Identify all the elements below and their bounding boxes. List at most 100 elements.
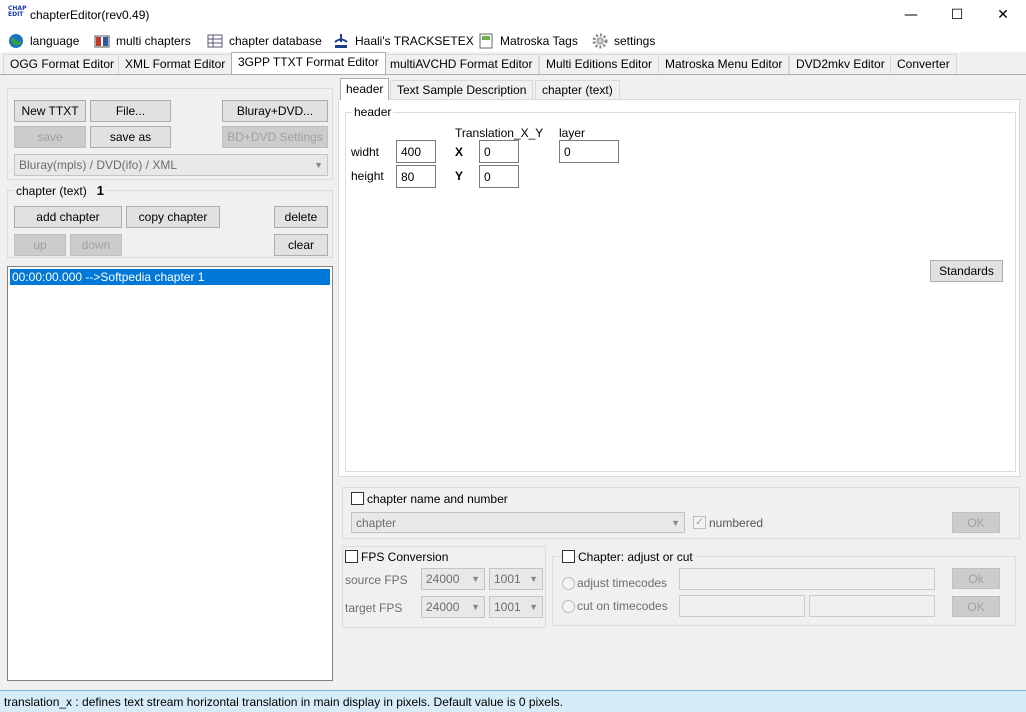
clear-button[interactable]: clear	[274, 234, 328, 256]
list-item[interactable]: 00:00:00.000 -->Softpedia chapter 1	[10, 269, 330, 285]
file-button[interactable]: File...	[90, 100, 171, 122]
header-group: header	[345, 105, 1016, 472]
cut-end-input[interactable]	[809, 595, 935, 617]
save-as-button[interactable]: save as	[90, 126, 171, 148]
close-button[interactable]: ✕	[980, 0, 1026, 30]
source-fps-label: source FPS	[345, 573, 408, 587]
x-label: X	[455, 145, 464, 159]
chapter-name-select[interactable]: chapter ▼	[351, 512, 685, 533]
up-button[interactable]: up	[14, 234, 66, 256]
chapter-count: 1	[96, 183, 104, 198]
menu-language[interactable]: language	[8, 32, 79, 50]
chapter-text-group-label: chapter (text) 1	[14, 183, 106, 198]
globe-icon	[8, 33, 24, 49]
adjust-timecodes-label: adjust timecodes	[577, 576, 668, 590]
width-label: widht	[351, 145, 380, 159]
tab-3gpp-ttxt-format-editor[interactable]: 3GPP TTXT Format Editor	[231, 52, 386, 74]
width-input[interactable]: 400	[396, 140, 436, 163]
translation-label: Translation_X_Y	[455, 126, 544, 140]
tab-converter[interactable]: Converter	[890, 54, 957, 74]
main-tabs: OGG Format Editor XML Format Editor 3GPP…	[0, 52, 1026, 74]
menu-tracksetex-label: Haali's TRACKSETEX	[355, 34, 474, 48]
source-fps-divisor-value: 1001	[494, 572, 521, 586]
save-button[interactable]: save	[14, 126, 86, 148]
bd-dvd-settings-button[interactable]: BD+DVD Settings	[222, 126, 328, 148]
tab-xml-format-editor[interactable]: XML Format Editor	[118, 54, 233, 74]
tab-dvd2mkv-editor[interactable]: DVD2mkv Editor	[789, 54, 892, 74]
adjust-cut-label: Chapter: adjust or cut	[578, 550, 695, 564]
cut-timecodes-radio[interactable]	[562, 600, 575, 613]
gear-icon	[592, 33, 608, 49]
tab-matroska-menu-editor[interactable]: Matroska Menu Editor	[658, 54, 790, 74]
down-button[interactable]: down	[70, 234, 122, 256]
tab-multi-editions-editor[interactable]: Multi Editions Editor	[539, 54, 660, 74]
new-ttxt-button[interactable]: New TTXT	[14, 100, 86, 122]
translation-y-input[interactable]: 0	[479, 165, 519, 188]
fps-conversion-checkbox[interactable]	[345, 550, 358, 563]
menu-chapter-database[interactable]: chapter database	[207, 32, 322, 50]
tab-multiavchd-format-editor[interactable]: multiAVCHD Format Editor	[383, 54, 540, 74]
target-fps-value: 24000	[426, 600, 460, 614]
tracks-icon	[333, 33, 349, 49]
standards-button[interactable]: Standards	[930, 260, 1003, 282]
chapter-list[interactable]: 00:00:00.000 -->Softpedia chapter 1	[7, 266, 333, 681]
chevron-down-icon: ▼	[471, 574, 480, 584]
layer-input[interactable]: 0	[559, 140, 619, 163]
menu-settings[interactable]: settings	[592, 32, 655, 50]
book-icon	[94, 33, 110, 49]
source-fps-divisor-select[interactable]: 1001 ▼	[489, 568, 543, 590]
adjust-timecodes-input[interactable]	[679, 568, 935, 590]
chapter-name-ok-button[interactable]: OK	[952, 512, 1000, 533]
maximize-button[interactable]: ☐	[934, 0, 980, 30]
source-type-select[interactable]: Bluray(mpls) / DVD(ifo) / XML ▼	[14, 154, 328, 176]
chevron-down-icon: ▼	[671, 517, 680, 528]
window-title: chapterEditor(rev0.49)	[30, 8, 150, 22]
target-fps-select[interactable]: 24000 ▼	[421, 596, 485, 618]
menu-chapter-database-label: chapter database	[229, 34, 322, 48]
chevron-down-icon: ▼	[529, 574, 538, 584]
numbered-checkbox[interactable]: ✓	[693, 516, 706, 529]
menu-bar: language multi chapters chapter database…	[0, 30, 1026, 52]
target-fps-divisor-value: 1001	[494, 600, 521, 614]
translation-x-input[interactable]: 0	[479, 140, 519, 163]
add-chapter-button[interactable]: add chapter	[14, 206, 122, 228]
source-fps-select[interactable]: 24000 ▼	[421, 568, 485, 590]
header-group-label: header	[352, 105, 394, 119]
adjust-timecodes-radio[interactable]	[562, 577, 575, 590]
source-fps-value: 24000	[426, 572, 460, 586]
tab-text-sample-description[interactable]: Text Sample Description	[390, 80, 534, 100]
tab-ogg-format-editor[interactable]: OGG Format Editor	[3, 54, 122, 74]
chapter-name-checkbox[interactable]	[351, 492, 364, 505]
menu-tracksetex[interactable]: Haali's TRACKSETEX	[333, 32, 474, 50]
chapter-name-label: chapter name and number	[367, 492, 508, 506]
minimize-button[interactable]: —	[888, 0, 934, 30]
title-bar: CHAP EDIT chapterEditor(rev0.49) — ☐ ✕	[0, 0, 1026, 30]
cut-ok-button[interactable]: OK	[952, 596, 1000, 617]
adjust-cut-checkbox[interactable]	[562, 550, 575, 563]
delete-button[interactable]: delete	[274, 206, 328, 228]
tab-chapter-text[interactable]: chapter (text)	[535, 80, 620, 100]
bluray-dvd-button[interactable]: Bluray+DVD...	[222, 100, 328, 122]
adjust-ok-button[interactable]: Ok	[952, 568, 1000, 589]
target-fps-label: target FPS	[345, 601, 403, 615]
chapter-name-value: chapter	[356, 515, 397, 530]
chevron-down-icon: ▼	[529, 602, 538, 612]
status-bar: translation_x : defines text stream hori…	[0, 690, 1026, 712]
target-fps-divisor-select[interactable]: 1001 ▼	[489, 596, 543, 618]
numbered-label: numbered	[709, 516, 764, 530]
menu-multi-chapters[interactable]: multi chapters	[94, 32, 191, 50]
cut-start-input[interactable]	[679, 595, 805, 617]
menu-multi-chapters-label: multi chapters	[116, 34, 191, 48]
cut-timecodes-label: cut on timecodes	[577, 599, 668, 613]
tag-icon	[478, 33, 494, 49]
fps-conversion-label: FPS Conversion	[361, 550, 449, 564]
menu-matroska-tags[interactable]: Matroska Tags	[478, 32, 578, 50]
chevron-down-icon: ▼	[314, 160, 323, 170]
copy-chapter-button[interactable]: copy chapter	[126, 206, 220, 228]
menu-matroska-tags-label: Matroska Tags	[500, 34, 578, 48]
height-input[interactable]: 80	[396, 165, 436, 188]
tab-divider	[0, 74, 1026, 75]
database-icon	[207, 33, 223, 49]
layer-label: layer	[559, 126, 586, 140]
tab-header[interactable]: header	[340, 78, 390, 100]
